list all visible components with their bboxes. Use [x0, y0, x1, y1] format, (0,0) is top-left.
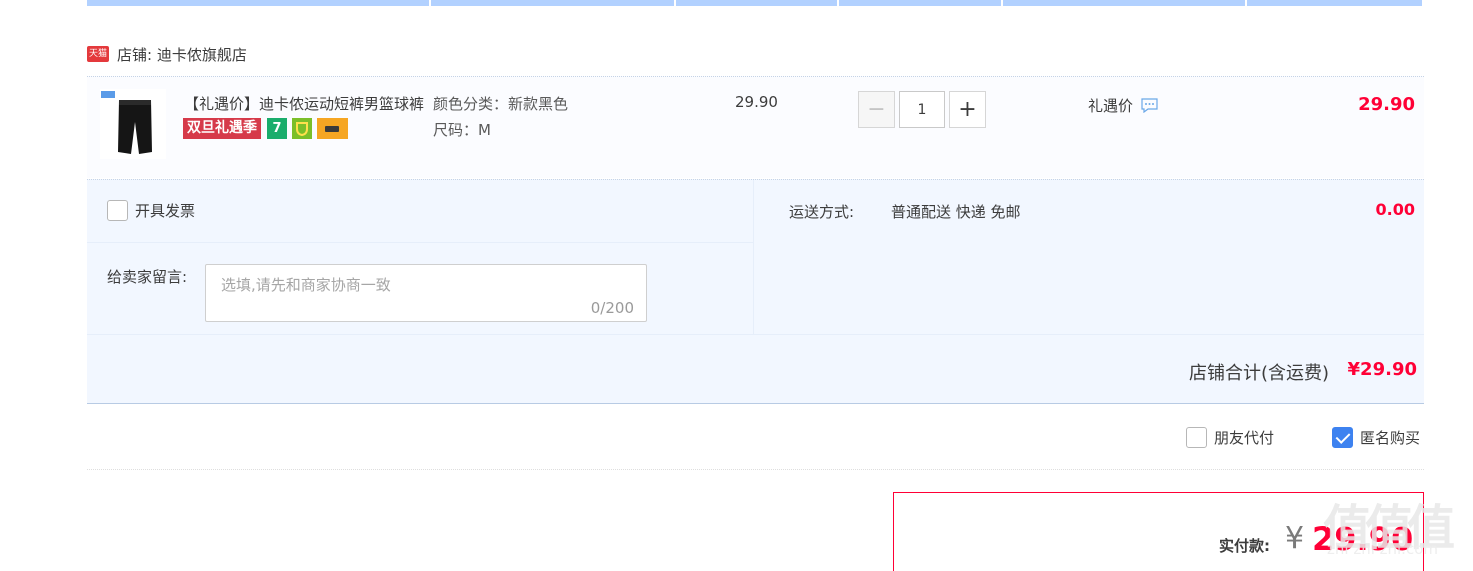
- order-item-row: 【礼遇价】迪卡侬运动短裤男篮球裤 双旦礼遇季 7 颜色分类：新款黑色 尺码：M …: [87, 76, 1424, 178]
- divider: [87, 242, 754, 243]
- tmall-logo-icon: 天猫: [87, 46, 109, 62]
- product-title[interactable]: 【礼遇价】迪卡侬运动短裤男篮球裤: [184, 93, 426, 114]
- sku-size: 尺码：M: [433, 121, 491, 139]
- seven-day-return-icon: 7: [267, 118, 287, 139]
- product-badges: 双旦礼遇季 7: [183, 118, 348, 139]
- increase-quantity-button[interactable]: +: [949, 91, 986, 128]
- promo-info: 礼遇价: [1088, 95, 1158, 116]
- shop-header: 天猫 店铺: 迪卡侬旗舰店: [87, 42, 247, 66]
- options-left-panel: 开具发票 给卖家留言: 选填,请先和商家协商一致 0/200: [87, 180, 754, 335]
- site-watermark: 值值值 zhi zhi zhi.com: [1323, 488, 1467, 566]
- shop-name[interactable]: 店铺: 迪卡侬旗舰店: [117, 44, 247, 65]
- shipping-fee: 0.00: [1375, 200, 1415, 219]
- unit-price: 29.90: [735, 93, 778, 111]
- table-header-bar: [87, 0, 1424, 6]
- anonymous-checkbox[interactable]: [1332, 427, 1353, 448]
- guarantee-icon: [292, 118, 312, 139]
- decrease-quantity-button[interactable]: −: [858, 91, 895, 128]
- anonymous-label: 匿名购买: [1360, 429, 1421, 447]
- friend-pay-label: 朋友代付: [1214, 429, 1275, 447]
- shipping-method[interactable]: 普通配送 快递 免邮: [891, 201, 1021, 222]
- message-char-count: 0/200: [590, 299, 634, 317]
- watermark-text: zhi zhi zhi.com: [1327, 540, 1438, 558]
- payment-label: 实付款:: [1219, 537, 1270, 555]
- item-subtotal: 29.90: [1358, 94, 1415, 115]
- credit-card-icon: [317, 118, 348, 139]
- chat-bubble-icon[interactable]: [1141, 98, 1158, 113]
- friend-pay-checkbox[interactable]: [1186, 427, 1207, 448]
- message-label: 给卖家留言:: [107, 268, 188, 286]
- shorts-image-icon: [118, 100, 152, 154]
- shop-total-row: 店铺合计(含运费) ¥29.90: [87, 334, 1424, 404]
- invoice-label: 开具发票: [135, 202, 196, 220]
- payment-options-row: 朋友代付 匿名购买: [87, 404, 1424, 470]
- invoice-option[interactable]: 开具发票: [107, 200, 195, 221]
- shop-total-value: ¥29.90: [1347, 359, 1417, 380]
- anonymous-purchase-option[interactable]: 匿名购买: [1332, 427, 1420, 448]
- sku-color: 颜色分类：新款黑色: [433, 95, 569, 113]
- friend-pay-option[interactable]: 朋友代付: [1186, 427, 1274, 448]
- seller-message-field[interactable]: 选填,请先和商家协商一致 0/200: [205, 264, 647, 322]
- shop-total-label: 店铺合计(含运费): [1188, 363, 1329, 384]
- promo-badge: 双旦礼遇季: [183, 118, 261, 139]
- quantity-input[interactable]: [899, 91, 945, 128]
- currency-symbol: ¥: [1285, 521, 1305, 556]
- invoice-checkbox[interactable]: [107, 200, 128, 221]
- shipping-label: 运送方式:: [789, 203, 855, 221]
- product-thumbnail[interactable]: [100, 89, 166, 159]
- image-tag-icon: [101, 91, 115, 98]
- promo-label: 礼遇价: [1088, 97, 1134, 115]
- quantity-stepper: − +: [858, 91, 986, 128]
- message-placeholder: 选填,请先和商家协商一致: [221, 276, 391, 294]
- order-options: 开具发票 给卖家留言: 选填,请先和商家协商一致 0/200 运送方式: 普通配…: [87, 179, 1424, 335]
